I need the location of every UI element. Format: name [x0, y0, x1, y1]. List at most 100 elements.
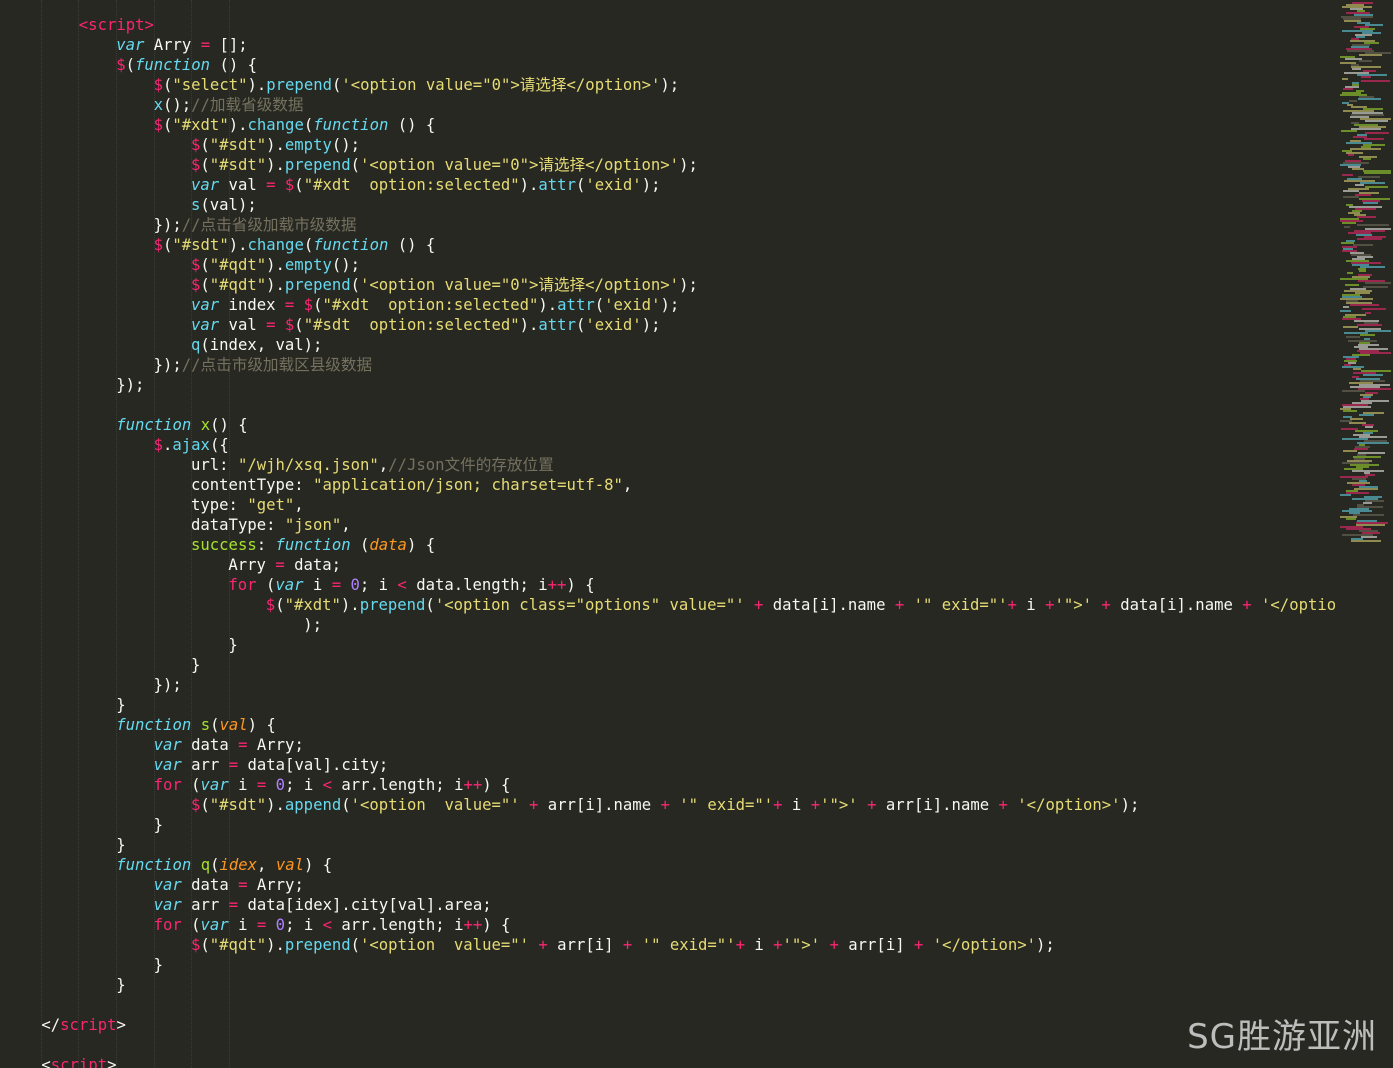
code-line[interactable]: var arr = data[idex].city[val].area; — [154, 895, 492, 915]
code-token-plain: ); — [303, 616, 322, 634]
code-token-str: '</option>' — [932, 936, 1037, 954]
code-line[interactable]: $("#qdt").empty(); — [191, 255, 360, 275]
code-line[interactable]: success: function (data) { — [191, 535, 435, 555]
code-line[interactable]: $.ajax({ — [154, 435, 229, 455]
code-token-plain: ). — [228, 236, 248, 254]
code-line[interactable]: });//点击市级加载区县级数据 — [154, 355, 372, 375]
code-line[interactable]: $("#qdt").prepend('<option value="0">请选择… — [191, 275, 698, 295]
code-token-param: val — [275, 856, 304, 874]
code-token-op: + — [1101, 596, 1111, 614]
code-line[interactable]: function s(val) { — [116, 715, 276, 735]
code-line[interactable]: $("#sdt").empty(); — [191, 135, 360, 155]
code-token-kw: var — [191, 316, 220, 334]
code-line[interactable]: } — [154, 955, 163, 975]
code-token-op: + — [529, 796, 539, 814]
minimap-line — [1353, 514, 1384, 516]
code-token-op: + — [894, 596, 905, 614]
code-line[interactable]: var data = Arry; — [154, 875, 304, 895]
code-line[interactable]: }); — [154, 675, 182, 695]
code-line[interactable]: var Arry = []; — [116, 35, 247, 55]
code-token-plain: ( — [294, 176, 304, 194]
code-line[interactable]: s(val); — [191, 195, 257, 215]
code-line[interactable]: contentType: "application/json; charset=… — [191, 475, 632, 495]
code-line[interactable]: type: "get", — [191, 495, 304, 515]
code-token-plain: ; i — [285, 776, 323, 794]
code-editor[interactable]: <script> var Arry = []; $(function () {$("… — [0, 0, 1335, 1068]
minimap[interactable] — [1335, 0, 1393, 1068]
code-token-str: "select" — [172, 76, 248, 94]
code-line[interactable]: $("#xdt").change(function () { — [154, 115, 436, 135]
code-token-plain: ); — [679, 276, 698, 294]
code-token-plain: ). — [266, 156, 285, 174]
code-token-op: + — [538, 936, 548, 954]
code-line[interactable]: var index = $ ("#xdt option:selected").at… — [191, 295, 679, 315]
code-token-kw: var — [153, 876, 182, 894]
code-line[interactable]: } — [116, 695, 125, 715]
code-line[interactable]: $("#xdt").prepend('<option class="option… — [266, 595, 1335, 615]
minimap-line — [1360, 334, 1375, 336]
code-token-plain: ). — [266, 136, 285, 154]
code-line[interactable]: for (var i = 0; i < arr.length; i++) { — [154, 915, 511, 935]
code-token-str: "get" — [247, 496, 295, 514]
code-line[interactable]: } — [116, 975, 125, 995]
minimap-line — [1347, 272, 1353, 274]
code-line[interactable]: $(function () { — [116, 55, 257, 75]
code-token-op: $ — [191, 796, 201, 814]
code-token-plain: . — [162, 436, 173, 454]
code-token-plain: ); — [1036, 936, 1055, 954]
code-token-plain: arr[i] — [838, 936, 914, 954]
code-token-plain: val — [219, 316, 267, 334]
code-line[interactable]: Arry = data; — [228, 555, 341, 575]
code-token-plain: ; i — [285, 916, 323, 934]
code-line[interactable]: function q(idex, val) { — [116, 855, 332, 875]
code-line[interactable]: url: "/wjh/xsq.json",//Json文件的存放位置 — [191, 455, 554, 475]
code-token-str: 'exid' — [585, 176, 642, 194]
code-token-plain: () { — [210, 416, 248, 434]
minimap-line — [1363, 374, 1383, 376]
code-token-str: "#xdt" — [172, 116, 229, 134]
code-line[interactable]: var arr = data[val].city; — [154, 755, 389, 775]
minimap-line — [1340, 310, 1351, 312]
code-line[interactable]: function x() { — [116, 415, 247, 435]
code-line[interactable]: for (var i = 0; i < data.length; i++) { — [228, 575, 594, 595]
code-token-str: "#sdt" — [209, 796, 267, 814]
code-line[interactable]: var val = $("#xdt option:selected").attr… — [191, 175, 660, 195]
code-line[interactable]: ); — [303, 615, 322, 635]
code-line[interactable]: for (var i = 0; i < arr.length; i++) { — [154, 775, 511, 795]
code-line[interactable]: $("#sdt").change(function () { — [154, 235, 436, 255]
code-token-prop: prepend — [284, 276, 351, 294]
code-line[interactable]: <script> — [41, 1055, 116, 1068]
minimap-line — [1355, 184, 1364, 186]
code-line[interactable]: } — [228, 635, 237, 655]
code-token-plain: ( — [303, 116, 314, 134]
code-token-plain: ); — [660, 76, 680, 94]
code-token-str: '</option>' — [1017, 796, 1121, 814]
code-line[interactable]: var data = Arry; — [154, 735, 304, 755]
code-line[interactable]: dataType: "json", — [191, 515, 351, 535]
code-token-plain: arr — [181, 756, 229, 774]
code-token-plain: ( — [181, 776, 201, 794]
code-line[interactable]: $("#sdt").prepend('<option value="0">请选择… — [191, 155, 698, 175]
code-line[interactable]: q(index, val); — [191, 335, 322, 355]
code-line[interactable]: });//点击省级加载市级数据 — [154, 215, 357, 235]
code-token-plain: } — [228, 636, 238, 654]
code-line[interactable]: var val = $("#sdt option:selected").attr… — [191, 315, 660, 335]
minimap-line — [1363, 502, 1372, 504]
code-token-plain: data.length; i — [406, 576, 548, 594]
code-line[interactable]: x();//加载省级数据 — [154, 95, 304, 115]
code-line[interactable]: } — [116, 835, 125, 855]
minimap-line — [1351, 540, 1381, 542]
code-line[interactable]: } — [154, 815, 163, 835]
minimap-line — [1361, 536, 1377, 538]
code-line[interactable]: $("#sdt").append('<option value="' + arr… — [191, 795, 1139, 815]
code-token-str: 'exid' — [604, 296, 661, 314]
code-line[interactable]: </script> — [41, 1015, 126, 1035]
code-line[interactable]: $("#qdt").prepend('<option value="' + ar… — [191, 935, 1055, 955]
code-line[interactable]: <script> — [79, 15, 154, 35]
code-line[interactable]: } — [191, 655, 200, 675]
code-line[interactable]: }); — [116, 375, 144, 395]
code-token-plain: arr[i] — [547, 936, 623, 954]
code-line[interactable]: $("select").prepend('<option value="0">请… — [154, 75, 680, 95]
